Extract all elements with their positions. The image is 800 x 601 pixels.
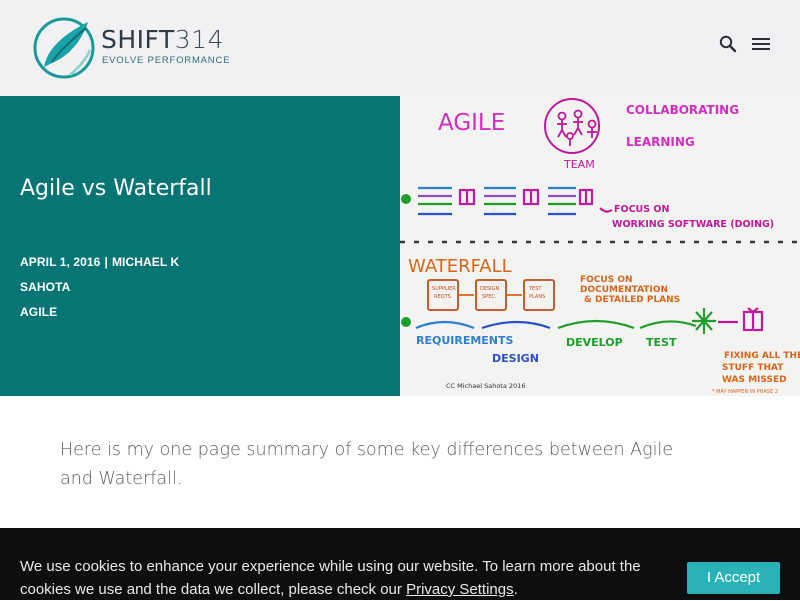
meta-separator: | [104,255,108,269]
label-test: TEST [646,336,677,349]
label-focus-working-1: FOCUS ON [614,204,669,215]
doc-label-1a: SUPPLIER [432,286,456,292]
accept-cookies-button[interactable]: I Accept [687,562,780,594]
label-fixing-1: FIXING ALL THE [724,351,800,361]
hamburger-menu-icon [752,38,770,50]
search-button[interactable] [718,34,738,54]
label-learning: LEARNING [626,135,695,149]
site-header: SHIFT314 EVOLVE PERFORMANCE [0,0,800,96]
post-title: Agile vs Waterfall [20,176,212,201]
label-focus-doc-2: DOCUMENTATION [580,285,668,295]
waterfall-phase-arrows [401,307,764,334]
cookie-consent-bar: We use cookies to enhance your experienc… [0,528,800,600]
label-waterfall: WATERFALL [408,256,512,277]
label-develop: DEVELOP [566,336,623,349]
label-fixing-2: STUFF THAT [722,363,784,373]
menu-button[interactable] [750,35,772,53]
hero-sketch-image: AGILE TEAM COLLABORATING LEARNING FOCUS … [400,96,800,396]
doc-label-2b: SPEC. [482,294,497,300]
privacy-settings-link[interactable]: Privacy Settings [406,581,514,598]
label-collaborating: COLLABORATING [626,103,739,117]
post-meta: APRIL 1, 2016 | MICHAEL K SAHOTA AGILE [20,250,210,325]
logo-tagline: EVOLVE PERFORMANCE [102,55,231,66]
label-requirements: REQUIREMENTS [416,334,514,347]
label-focus-doc-3: & DETAILED PLANS [584,295,680,305]
post-hero-panel: Agile vs Waterfall APRIL 1, 2016 | MICHAEL… [0,96,400,396]
label-team: TEAM [563,158,595,171]
label-focus-doc-1: FOCUS ON [580,275,633,285]
team-people-icon [557,109,597,146]
logo-wordmark: SHIFT314 [101,25,224,54]
post-date: APRIL 1, 2016 [20,255,101,269]
label-design: DESIGN [492,352,539,365]
doc-label-3b: PLANS [529,294,545,300]
doc-label-2a: DESIGN [480,286,500,292]
image-credit: CC Michael Sahota 2016 [446,382,525,390]
post-category[interactable]: AGILE [20,300,210,325]
search-icon [719,35,737,53]
site-logo[interactable]: SHIFT314 EVOLVE PERFORMANCE [30,12,230,82]
post-intro-paragraph: Here is my one page summary of some key … [60,440,674,489]
label-fixing-note: * MAY HAPPEN IN PHASE 2 [712,389,778,395]
label-agile: AGILE [438,110,505,136]
label-fixing-3: WAS MISSED [722,375,787,385]
cookie-text: We use cookies to enhance your experienc… [20,558,641,598]
cookie-message: We use cookies to enhance your experienc… [20,555,660,601]
logo-mark-icon [33,17,95,79]
doc-label-1b: REQTS. [434,294,453,300]
cookie-suffix: . [513,581,518,598]
doc-label-3a: TEST [528,286,542,292]
agile-iterations-arrows [401,186,613,216]
label-focus-working-2: WORKING SOFTWARE (DOING) [612,219,774,230]
